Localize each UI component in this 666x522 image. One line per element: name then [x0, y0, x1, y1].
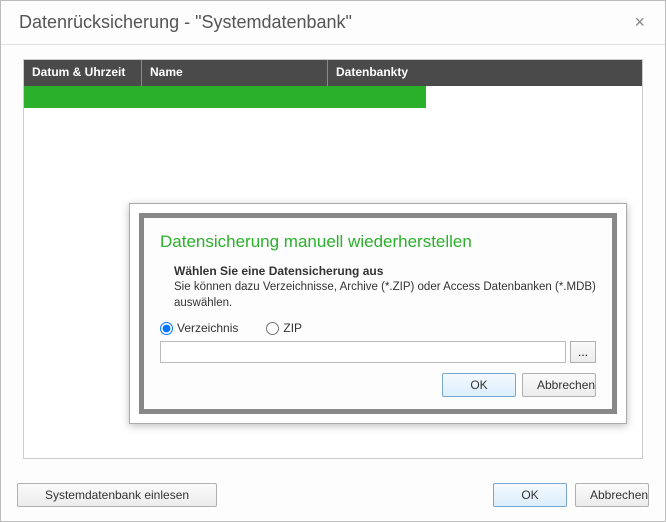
col-dbtype[interactable]: Datenbankty	[328, 60, 426, 86]
instruction-title: Wählen Sie eine Datensicherung aus	[174, 264, 596, 278]
restore-dialog-buttons: OK Abbrechen	[160, 373, 596, 397]
titlebar: Datenrücksicherung - "Systemdatenbank" ×	[1, 1, 665, 45]
table-row[interactable]	[24, 86, 426, 108]
restore-ok-button[interactable]: OK	[442, 373, 516, 397]
source-type-radios: Verzeichnis ZIP	[160, 321, 596, 335]
close-icon[interactable]: ×	[626, 8, 653, 37]
radio-directory-label: Verzeichnis	[177, 321, 238, 335]
restore-dialog: Datensicherung manuell wiederherstellen …	[129, 203, 627, 424]
cancel-button[interactable]: Abbrechen	[575, 483, 649, 507]
radio-directory[interactable]: Verzeichnis	[160, 321, 238, 335]
table-header: Datum & Uhrzeit Name Datenbankty	[24, 60, 642, 86]
restore-heading: Datensicherung manuell wiederherstellen	[160, 232, 596, 252]
ok-button[interactable]: OK	[493, 483, 567, 507]
footer-buttons: Systemdatenbank einlesen OK Abbrechen	[1, 473, 665, 521]
window-title: Datenrücksicherung - "Systemdatenbank"	[19, 12, 352, 33]
path-input[interactable]	[160, 341, 566, 363]
browse-button[interactable]: ...	[570, 341, 596, 363]
radio-zip-label: ZIP	[283, 321, 302, 335]
instruction-body: Sie können dazu Verzeichnisse, Archive (…	[174, 280, 596, 311]
restore-dialog-frame: Datensicherung manuell wiederherstellen …	[139, 213, 617, 414]
content-area: Datum & Uhrzeit Name Datenbankty Datensi…	[1, 45, 665, 473]
restore-cancel-button[interactable]: Abbrechen	[522, 373, 596, 397]
main-window: Datenrücksicherung - "Systemdatenbank" ×…	[0, 0, 666, 522]
radio-zip-input[interactable]	[266, 322, 279, 335]
radio-directory-input[interactable]	[160, 322, 173, 335]
col-datetime[interactable]: Datum & Uhrzeit	[24, 60, 142, 86]
col-name[interactable]: Name	[142, 60, 328, 86]
radio-zip[interactable]: ZIP	[266, 321, 302, 335]
readin-button[interactable]: Systemdatenbank einlesen	[17, 483, 217, 507]
path-row: ...	[160, 341, 596, 363]
